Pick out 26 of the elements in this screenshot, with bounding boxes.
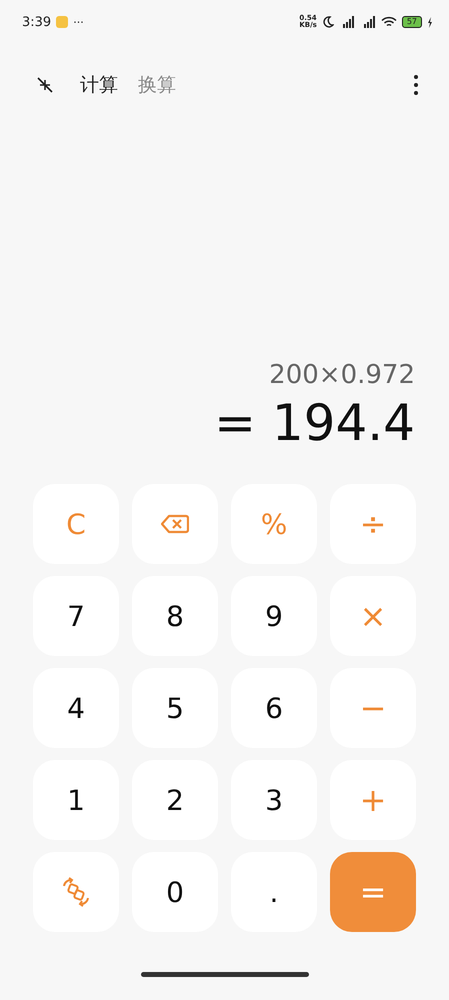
expression-text: 200×0.972 [269,360,415,390]
charging-icon [427,16,433,28]
tab[interactable]: 计算 [80,72,118,98]
convert-icon [61,877,91,907]
wifi-icon [380,16,397,28]
moon-icon [322,16,334,28]
digit-key[interactable]: 9 [231,576,317,656]
battery-indicator: 57 [402,16,422,28]
digit-key[interactable]: 8 [132,576,218,656]
backspace-button[interactable] [132,484,218,564]
digit-key[interactable]: 4 [33,668,119,748]
digit-key[interactable]: 2 [132,760,218,840]
notification-icon [56,16,68,28]
backspace-icon [161,514,189,534]
digit-key[interactable]: 7 [33,576,119,656]
digit-key[interactable]: 3 [231,760,317,840]
digit-key[interactable]: 0 [132,852,218,932]
digit-key[interactable]: 1 [33,760,119,840]
status-time: 3:39 [22,14,52,30]
more-notifications: ··· [73,16,84,28]
digit-key[interactable]: 5 [132,668,218,748]
digit-key[interactable]: . [231,852,317,932]
result-text: = 194.4 [214,394,415,452]
menu-icon[interactable] [413,74,419,96]
digit-key[interactable]: 6 [231,668,317,748]
convert-button[interactable] [33,852,119,932]
